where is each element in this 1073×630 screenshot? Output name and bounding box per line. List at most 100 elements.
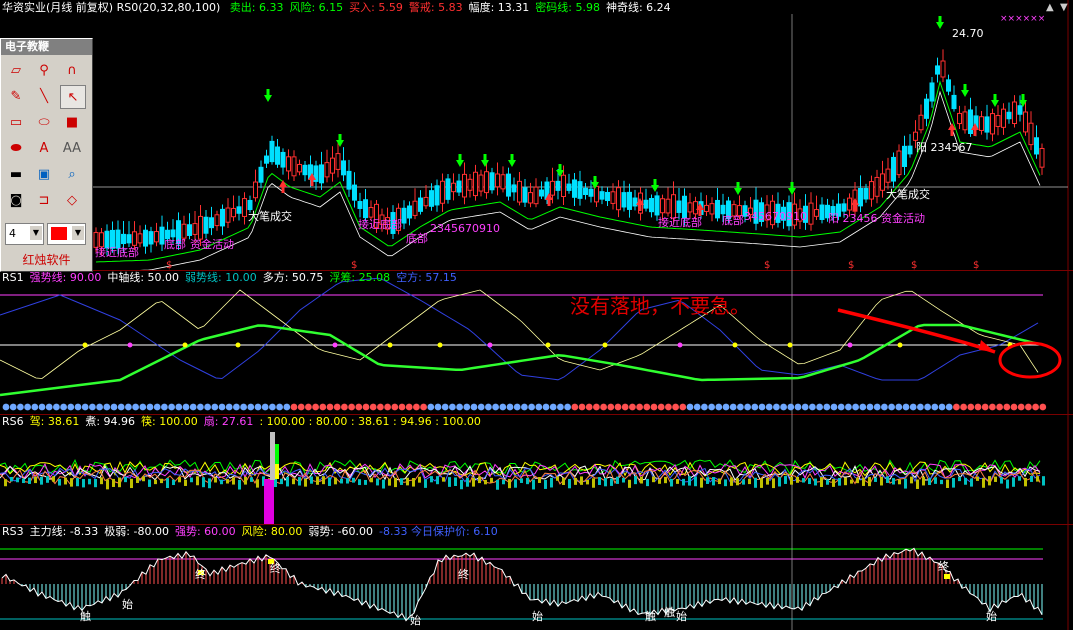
header-indicator: 警戒: 5.83: [408, 1, 463, 14]
eraser-icon[interactable]: ▱: [4, 59, 28, 81]
rs3-item: 风险: 80.00: [241, 525, 303, 538]
rs3-marker: 触: [80, 610, 91, 623]
diamond-icon[interactable]: ◇: [60, 189, 84, 211]
rs3-marker: 始: [676, 610, 687, 623]
signal-label: 2345670910: [430, 222, 500, 235]
drawing-toolbox[interactable]: 电子教鞭 ▱ ⚲ ∩ ✎ ╲ ↖ ▭ ⬭ ■ ⬬ A AA ▬ ▣ ⌕ ◙ ⊐ ◇ 4 ▼ ▼ 红烛软件: [0, 38, 93, 272]
toolbox-footer: 红烛软件: [22, 253, 71, 267]
save-icon[interactable]: ◙: [4, 189, 28, 211]
header-indicator: 神奇线: 6.24: [605, 1, 671, 14]
magnifier-icon[interactable]: ⌕: [60, 163, 84, 185]
signal-label: 大笔成交: [886, 188, 930, 201]
rs3-item: 弱势: -60.00: [308, 525, 374, 538]
rs3-marker: 始: [410, 614, 421, 627]
header-indicator: 密码线: 5.98: [535, 1, 600, 14]
rs1-header: RS1 强势线: 90.00 中轴线: 50.00 弱势线: 10.00 多方: 50.…: [2, 271, 463, 284]
header-indicator: 卖出: 6.33: [229, 1, 284, 14]
rs3-marker: 触: [645, 610, 656, 623]
signal-label: 阳 23456 资金活动: [828, 212, 925, 225]
signal-label: 底部: [406, 232, 428, 245]
chevron-down-icon[interactable]: ▼: [72, 226, 84, 240]
signal-label: 底部: [722, 214, 744, 227]
rs6-pane[interactable]: RS6 驾: 38.61 煮: 94.96 筷: 100.00 扇: 27.61: 10…: [0, 414, 1073, 525]
ellipse-outline-icon[interactable]: ⬭: [32, 111, 56, 133]
arrow-cursor-icon[interactable]: ↖: [60, 85, 86, 109]
rs6-item: : 100.00 : 80.00 : 38.61 : 94.96 : 100.0…: [259, 415, 481, 428]
rs3-marker: 终: [270, 562, 281, 575]
scroll-down-icon[interactable]: ▼: [1060, 2, 1068, 13]
handwritten-annotation: 没有落地，不要急。: [570, 294, 750, 318]
top-right-marks: ××××××: [1000, 14, 1046, 24]
rs1-item: RS1: [2, 271, 24, 284]
signal-label: 接近底部: [658, 216, 702, 229]
rs3-item: 主力线: -8.33: [29, 525, 99, 538]
rs3-marker: 始: [986, 610, 997, 623]
color-select[interactable]: ▼: [47, 223, 86, 245]
rs3-marker: 终: [458, 568, 469, 581]
rs6-item: RS6: [2, 415, 24, 428]
rs3-marker: 终: [938, 560, 949, 573]
rs3-item: 极弱: -80.00: [104, 525, 169, 538]
svg-text:$: $: [848, 260, 854, 270]
price-high-label: 24.70: [952, 27, 984, 40]
rs3-marker: 终: [195, 568, 206, 581]
rs3-item: -8.33 今日保护价: 6.10: [379, 525, 498, 538]
header-indicator: 买入: 5.59: [349, 1, 403, 14]
rs3-item: RS3: [2, 525, 24, 538]
svg-text:$: $: [764, 260, 770, 270]
magnet-icon[interactable]: ∩: [60, 59, 84, 81]
open-folder-icon[interactable]: ⊐: [32, 189, 56, 211]
rectangle-outline-icon[interactable]: ▭: [4, 111, 28, 133]
rs1-item: 空方: 57.15: [396, 271, 457, 284]
rs6-item: 扇: 27.61: [203, 415, 254, 428]
rs1-item: 浮筹: 25.08: [329, 271, 391, 284]
rs6-item: 煮: 94.96: [85, 415, 136, 428]
signal-label: 大笔成交: [248, 210, 292, 223]
main-price-pane[interactable]: 华资实业(月线 前复权) RS0(20,32,80,100) 卖出: 6.33 风…: [0, 0, 1073, 271]
signal-label: 阳 234567: [916, 141, 973, 154]
scroll-up-icon[interactable]: ▲: [1046, 2, 1054, 13]
image-icon[interactable]: ▣: [32, 163, 56, 185]
pen-icon[interactable]: ✎: [4, 85, 28, 107]
signal-label: 接近底部: [95, 246, 139, 259]
signal-label: 345670910: [744, 210, 807, 223]
rs1-item: 强势线: 90.00: [29, 271, 102, 284]
line-icon[interactable]: ╲: [32, 85, 56, 107]
svg-text:$: $: [973, 260, 979, 270]
line-width-value: 4: [9, 227, 16, 240]
ellipse-filled-icon[interactable]: ⬬: [4, 137, 28, 159]
black-bar-icon[interactable]: ▬: [4, 163, 28, 185]
rs6-header: RS6 驾: 38.61 煮: 94.96 筷: 100.00 扇: 27.61: 10…: [2, 415, 487, 428]
line-width-select[interactable]: 4 ▼: [5, 223, 44, 245]
header-indicator: 幅度: 13.31: [468, 1, 530, 14]
svg-text:$: $: [911, 260, 917, 270]
rs3-marker: 触: [664, 606, 675, 619]
rs6-item: 筷: 100.00: [141, 415, 198, 428]
rs3-marker: 始: [532, 610, 543, 623]
letter-a-icon[interactable]: A: [32, 137, 56, 159]
main-header: 华资实业(月线 前复权) RS0(20,32,80,100) 卖出: 6.33 风…: [2, 1, 683, 14]
signal-label: 资金活动: [190, 238, 234, 251]
letter-aa-icon[interactable]: AA: [60, 137, 84, 159]
header-indicator: 风险: 6.15: [289, 1, 344, 14]
signal-label: 接近底部: [358, 218, 402, 231]
rs3-item: 强势: 60.00: [174, 525, 236, 538]
color-swatch: [51, 227, 67, 240]
rs1-item: 多方: 50.75: [262, 271, 324, 284]
rs1-chart[interactable]: [0, 270, 1073, 414]
toolbox-title[interactable]: 电子教鞭: [1, 39, 92, 55]
rs1-item: 弱势线: 10.00: [185, 271, 257, 284]
svg-text:$: $: [351, 260, 357, 270]
rs1-item: 中轴线: 50.00: [107, 271, 180, 284]
svg-text:$: $: [166, 260, 172, 270]
rs1-pane[interactable]: RS1 强势线: 90.00 中轴线: 50.00 弱势线: 10.00 多方: 50.…: [0, 270, 1073, 415]
main-title: 华资实业(月线 前复权) RS0(20,32,80,100): [2, 1, 221, 14]
signal-label: 底部: [164, 238, 186, 251]
chevron-down-icon[interactable]: ▼: [30, 226, 42, 240]
rs6-chart[interactable]: [0, 414, 1073, 524]
rs3-header: RS3 主力线: -8.33 极弱: -80.00 强势: 60.00 风险: 80.0…: [2, 525, 504, 538]
rectangle-filled-icon[interactable]: ■: [60, 111, 84, 133]
rs3-marker: 始: [122, 598, 133, 611]
eyedropper-icon[interactable]: ⚲: [32, 59, 56, 81]
main-chart[interactable]: $ $ $ $ $ $: [0, 0, 1073, 270]
